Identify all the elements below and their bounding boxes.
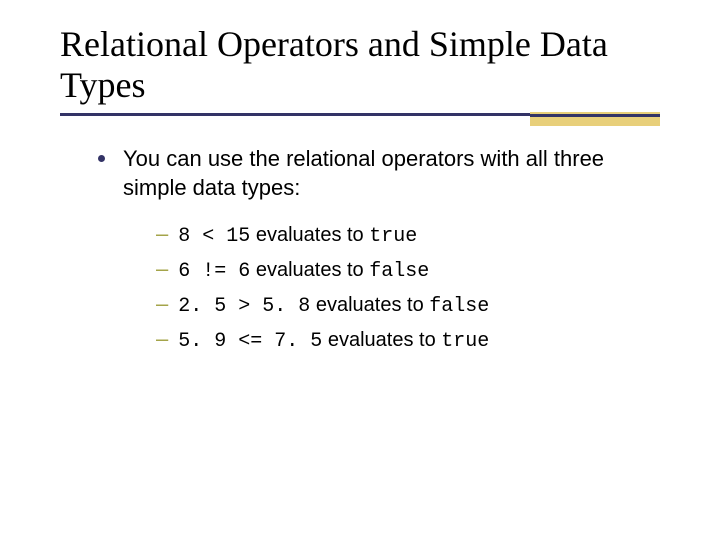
- bullet-icon: [98, 155, 105, 162]
- code-result: false: [369, 260, 429, 283]
- code-result: false: [429, 295, 489, 318]
- code-expr: 8 < 15: [178, 225, 250, 248]
- list-item: – 2. 5 > 5. 8 evaluates to false: [156, 287, 660, 322]
- content-area: You can use the relational operators wit…: [60, 144, 660, 357]
- list-item-text: 6 != 6 evaluates to false: [178, 255, 429, 287]
- sub-list: – 8 < 15 evaluates to true – 6 != 6 eval…: [98, 217, 660, 357]
- code-expr: 5. 9 <= 7. 5: [178, 330, 322, 353]
- dash-icon: –: [156, 322, 168, 356]
- title-accent-bar: [530, 112, 660, 126]
- code-result: true: [369, 225, 417, 248]
- code-result: true: [441, 330, 489, 353]
- list-item-text: 2. 5 > 5. 8 evaluates to false: [178, 290, 489, 322]
- mid-text: evaluates to: [322, 329, 441, 351]
- dash-icon: –: [156, 217, 168, 251]
- list-item: – 6 != 6 evaluates to false: [156, 252, 660, 287]
- list-item-text: 5. 9 <= 7. 5 evaluates to true: [178, 325, 489, 357]
- slide: Relational Operators and Simple Data Typ…: [0, 0, 720, 357]
- bullet-item: You can use the relational operators wit…: [98, 144, 660, 203]
- slide-title: Relational Operators and Simple Data Typ…: [60, 24, 660, 107]
- list-item-text: 8 < 15 evaluates to true: [178, 220, 417, 252]
- code-expr: 6 != 6: [178, 260, 250, 283]
- title-underline: [60, 113, 660, 116]
- dash-icon: –: [156, 252, 168, 286]
- list-item: – 5. 9 <= 7. 5 evaluates to true: [156, 322, 660, 357]
- mid-text: evaluates to: [250, 259, 369, 281]
- mid-text: evaluates to: [250, 224, 369, 246]
- dash-icon: –: [156, 287, 168, 321]
- code-expr: 2. 5 > 5. 8: [178, 295, 310, 318]
- bullet-text: You can use the relational operators wit…: [123, 144, 660, 203]
- list-item: – 8 < 15 evaluates to true: [156, 217, 660, 252]
- mid-text: evaluates to: [310, 294, 429, 316]
